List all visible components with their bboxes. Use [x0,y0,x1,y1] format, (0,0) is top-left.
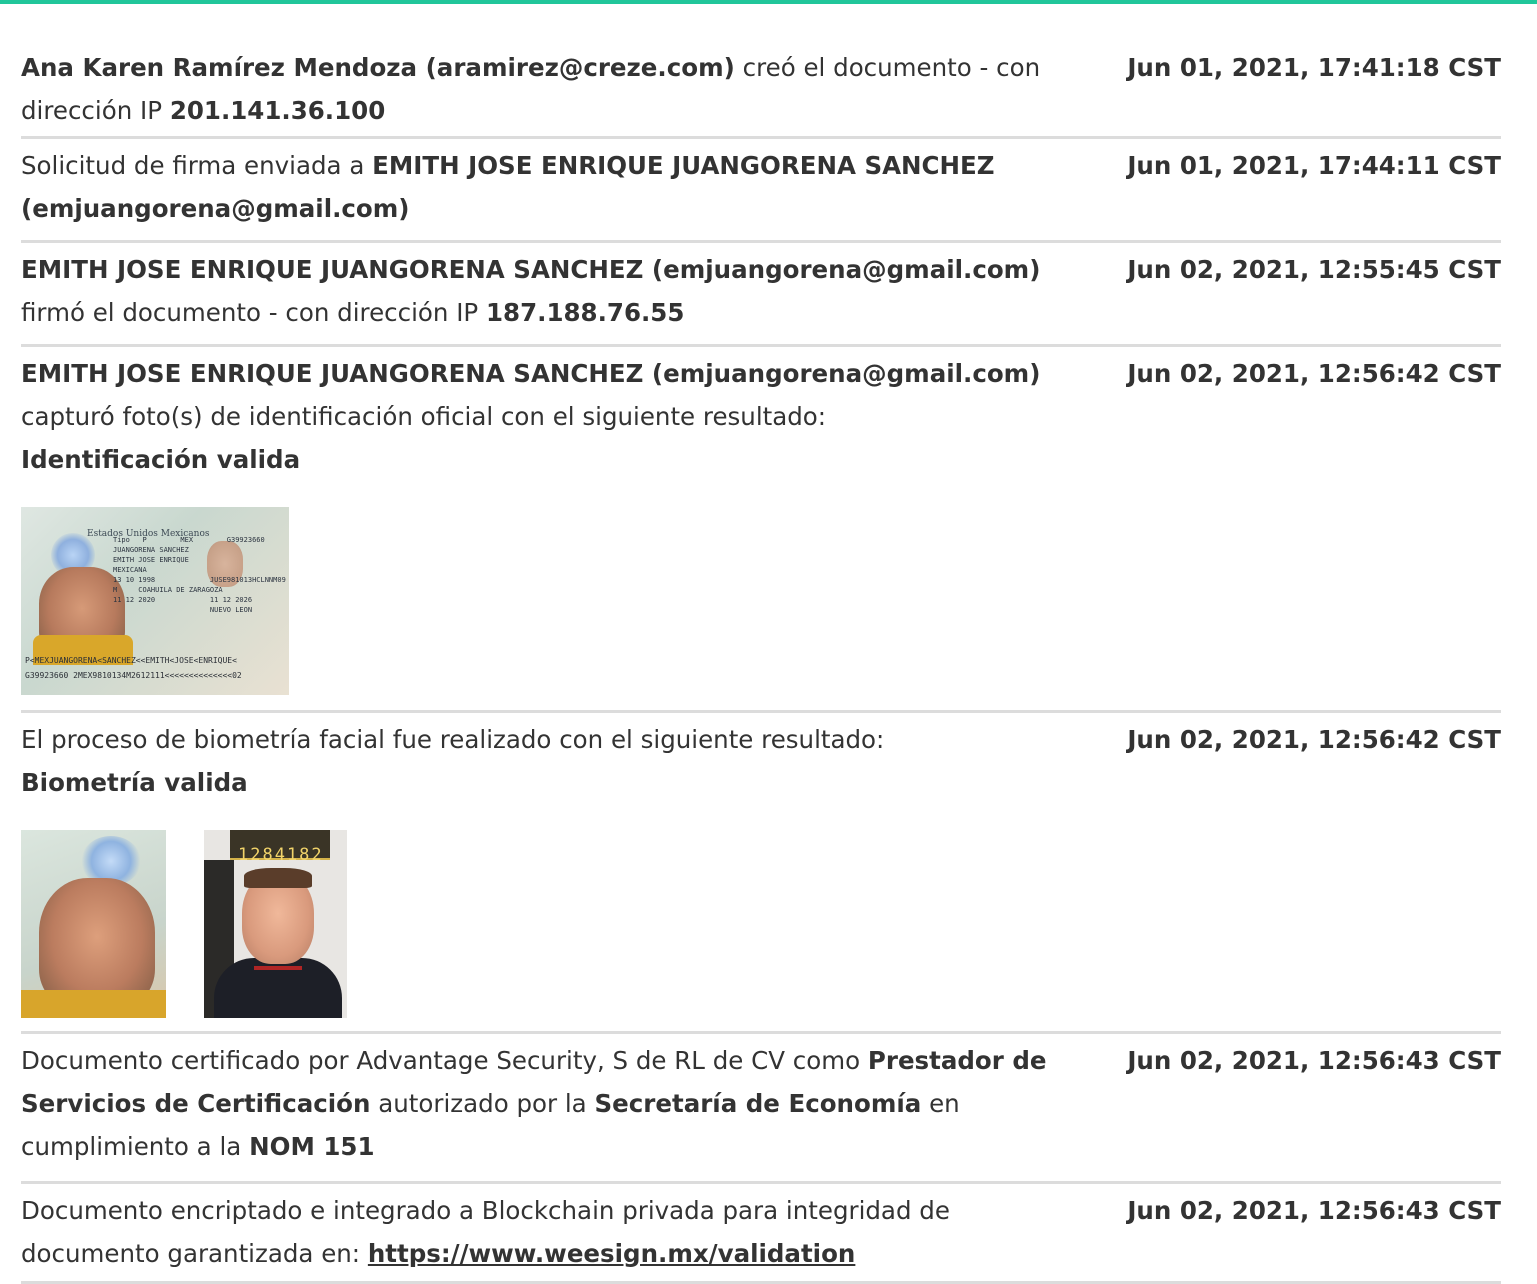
entry-description: EMITH JOSE ENRIQUE JUANGORENA SANCHEZ (e… [21,243,1081,344]
entry-timestamp: Jun 02, 2021, 12:56:42 CST [1127,359,1501,388]
entry-timestamp: Jun 02, 2021, 12:56:43 CST [1127,1196,1501,1225]
entry-text: firmó el documento - con dirección IP [21,298,486,327]
entry-description: Documento certificado por Advantage Secu… [21,1046,1047,1161]
id-photos: Estados Unidos Mexicanos Tipo P MEX G399… [21,507,1081,695]
ip-address: 187.188.76.55 [486,298,685,327]
passport-mrz: P<MEXJUANGORENA<SANCHEZ<<EMITH<JOSE<ENRI… [25,656,242,680]
id-face-crop [21,830,166,1018]
entry-description: Solicitud de firma enviada a EMITH JOSE … [21,139,1081,240]
entry-text: El proceso de biometría facial fue reali… [21,725,885,754]
validation-link[interactable]: https://www.weesign.mx/validation [368,1239,856,1268]
ip-address: 201.141.36.100 [169,96,386,125]
creator-name: Ana Karen Ramírez Mendoza (aramirez@crez… [21,53,735,82]
passport-photo: Estados Unidos Mexicanos Tipo P MEX G399… [21,507,289,695]
entry-description: EMITH JOSE ENRIQUE JUANGORENA SANCHEZ (e… [21,347,1081,710]
signer-name: EMITH JOSE ENRIQUE JUANGORENA SANCHEZ (e… [21,255,1041,284]
log-entry-created: Ana Karen Ramírez Mendoza (aramirez@crez… [21,43,1501,139]
biometric-result: Biometría valida [21,768,248,797]
entry-description: Documento encriptado e integrado a Block… [21,1184,1081,1281]
log-entry-signed: EMITH JOSE ENRIQUE JUANGORENA SANCHEZ (e… [21,243,1501,347]
signer-name: EMITH JOSE ENRIQUE JUANGORENA SANCHEZ (e… [21,359,1041,388]
passport-fields: Tipo P MEX G39923660 JUANGORENA SANCHEZ … [113,536,286,614]
entry-description: Ana Karen Ramírez Mendoza (aramirez@crez… [21,43,1081,136]
selfie-photo: 1284182 [204,830,347,1018]
audit-log: Ana Karen Ramírez Mendoza (aramirez@crez… [21,43,1501,1284]
entry-timestamp: Jun 01, 2021, 17:41:18 CST [1127,53,1501,82]
log-entry-certified: Documento certificado por Advantage Secu… [21,1034,1501,1184]
top-accent-bar [0,0,1537,4]
entry-text: capturó foto(s) de identificación oficia… [21,402,827,431]
id-result: Identificación valida [21,445,301,474]
log-entry-signature-request: Solicitud de firma enviada a EMITH JOSE … [21,139,1501,243]
log-entry-blockchain: Documento encriptado e integrado a Block… [21,1184,1501,1284]
entry-timestamp: Jun 02, 2021, 12:55:45 CST [1127,255,1501,284]
entry-timestamp: Jun 02, 2021, 12:56:43 CST [1127,1046,1501,1075]
biometric-photos: 1284182 [21,830,1081,1018]
log-entry-id-capture: EMITH JOSE ENRIQUE JUANGORENA SANCHEZ (e… [21,347,1501,713]
entry-timestamp: Jun 01, 2021, 17:44:11 CST [1127,151,1501,180]
entry-timestamp: Jun 02, 2021, 12:56:42 CST [1127,725,1501,754]
entry-text: Solicitud de firma enviada a [21,151,373,180]
entry-description: El proceso de biometría facial fue reali… [21,713,1081,1031]
log-entry-biometrics: El proceso de biometría facial fue reali… [21,713,1501,1034]
